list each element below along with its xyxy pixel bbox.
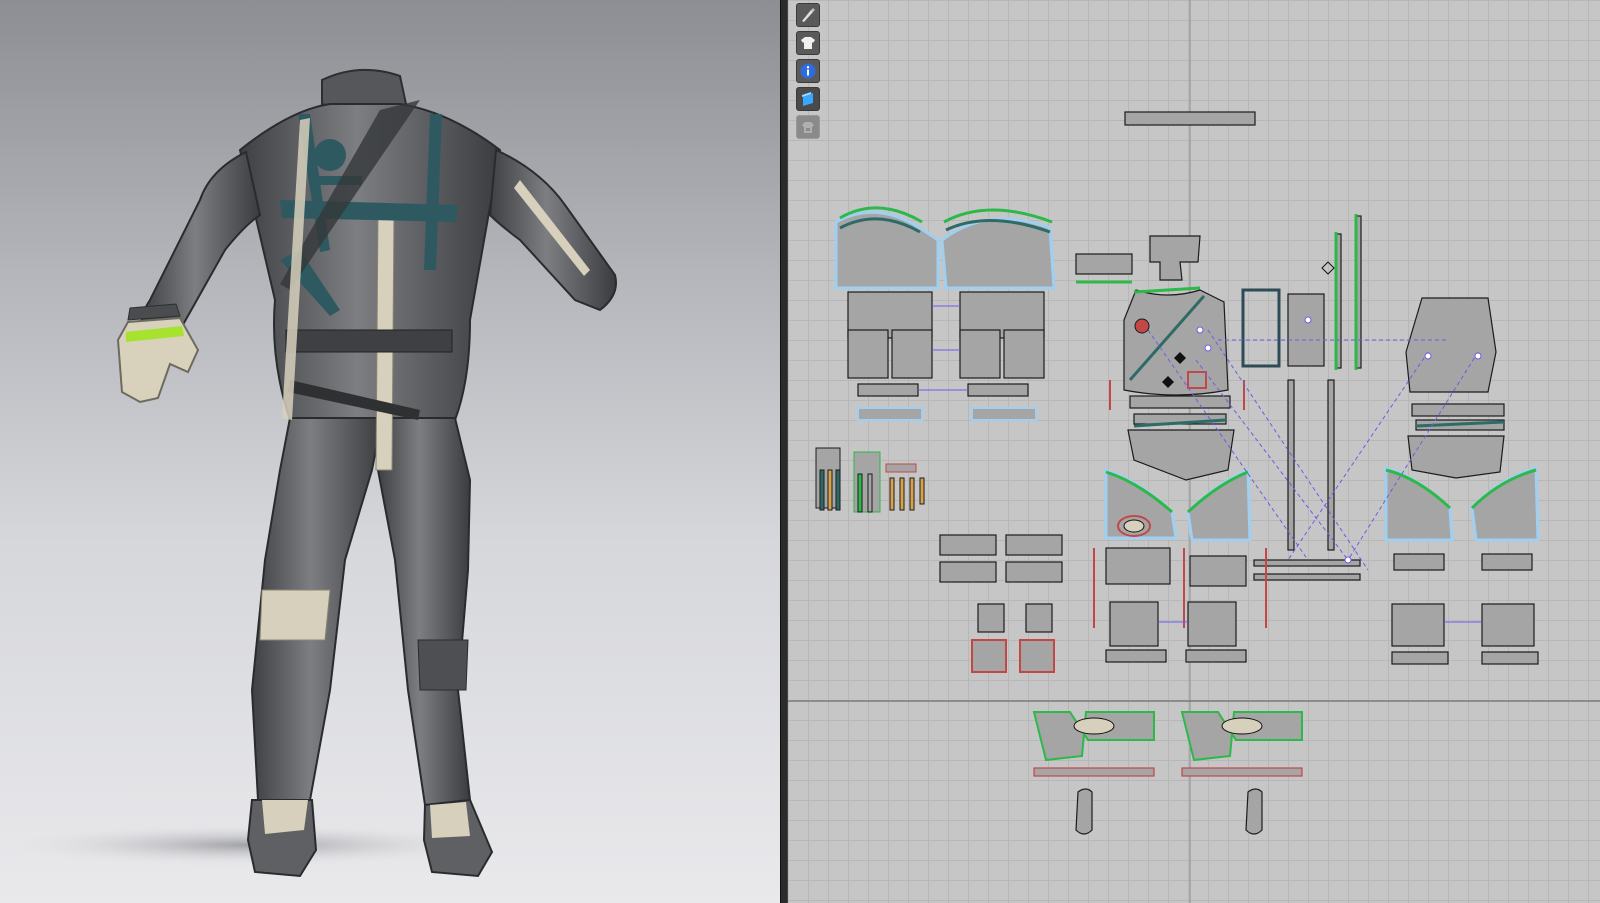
pattern-piece-lower-sleeve-1[interactable] xyxy=(847,329,889,379)
pattern-piece-hem-2[interactable] xyxy=(1185,649,1247,663)
pattern-piece-cuff-1[interactable] xyxy=(857,383,919,397)
viewport-3d[interactable] xyxy=(0,0,780,903)
pattern-piece-front-bodice[interactable] xyxy=(1123,289,1229,396)
avatar-garment-button[interactable] xyxy=(796,31,820,55)
pattern-piece-collar-strip[interactable] xyxy=(1124,111,1256,126)
pattern-piece-tab[interactable] xyxy=(1075,253,1133,275)
pattern-piece-back-bodice[interactable] xyxy=(1405,297,1497,393)
pen-tool-icon xyxy=(802,8,815,22)
right-boot-trim xyxy=(262,800,308,834)
pattern-piece-back-yoke-1[interactable] xyxy=(1411,403,1505,417)
pattern-piece-knee-cap-1[interactable] xyxy=(977,603,1005,633)
pattern-piece-cuff-2[interactable] xyxy=(967,383,1029,397)
lock-garment-button[interactable] xyxy=(796,115,820,139)
pattern-piece-pad-4[interactable] xyxy=(1005,561,1063,583)
pattern-piece-vertical-strap-2[interactable] xyxy=(1327,379,1335,551)
chest-logo xyxy=(314,139,346,171)
shirt-avatar-icon xyxy=(801,37,815,49)
pattern-piece-lower-sleeve-3[interactable] xyxy=(959,329,1001,379)
pattern-piece-back-lower-2[interactable] xyxy=(1481,603,1535,647)
pattern-piece-cuff-3[interactable] xyxy=(857,407,923,421)
pattern-piece-pants-lower-2[interactable] xyxy=(1187,601,1237,647)
layers-icon xyxy=(802,92,813,106)
pattern-piece-knee-cap-3[interactable] xyxy=(971,639,1007,673)
pattern-piece-neck-panel[interactable] xyxy=(1149,235,1201,281)
pattern-piece-back-hem-2[interactable] xyxy=(1481,651,1539,665)
pattern-piece-back-knee-2[interactable] xyxy=(1481,553,1533,571)
pattern-piece-back-knee-1[interactable] xyxy=(1393,553,1445,571)
pen-tool-button[interactable] xyxy=(796,3,820,27)
lock-garment-icon xyxy=(802,122,814,133)
pattern-piece-back-pants-right[interactable] xyxy=(1470,466,1540,542)
pattern-piece-pad-2[interactable] xyxy=(1005,534,1063,556)
waist-belt xyxy=(285,329,453,353)
right-sleeve xyxy=(140,150,262,332)
pattern-piece-back-waist[interactable] xyxy=(1407,435,1505,479)
pattern-piece-horizontal-strap-1[interactable] xyxy=(1253,559,1361,567)
pattern-piece-pad-3[interactable] xyxy=(939,561,997,583)
pattern-toolbar xyxy=(796,0,824,143)
pattern-piece-pants-knee-1[interactable] xyxy=(1105,547,1171,585)
info-icon xyxy=(800,63,816,79)
pattern-piece-sole-strip-right[interactable] xyxy=(1181,767,1303,777)
pattern-piece-pants-knee-2[interactable] xyxy=(1189,555,1247,587)
pattern-piece-lower-sleeve-2[interactable] xyxy=(891,329,933,379)
knee-pad xyxy=(417,639,469,691)
pattern-piece-yoke-1[interactable] xyxy=(1129,395,1231,409)
pattern-piece-back-pants-left[interactable] xyxy=(1384,466,1454,542)
pattern-piece-back-lower-1[interactable] xyxy=(1391,603,1445,647)
pattern-piece-cuff-4[interactable] xyxy=(971,407,1037,421)
pattern-piece-knee-cap-4[interactable] xyxy=(1019,639,1055,673)
avatar-garment-render[interactable] xyxy=(0,0,780,903)
pattern-group-gloves[interactable] xyxy=(815,447,925,513)
viewport-splitter[interactable] xyxy=(780,0,788,903)
pattern-piece-back-hem-1[interactable] xyxy=(1391,651,1449,665)
pattern-piece-harness-frame[interactable] xyxy=(1241,288,1281,368)
layers-button[interactable] xyxy=(796,87,820,111)
knee-patch xyxy=(259,589,331,641)
pattern-piece-strap-pack[interactable] xyxy=(1287,293,1325,367)
pattern-piece-horizontal-strap-2[interactable] xyxy=(1253,573,1361,581)
pattern-piece-vertical-strap-1[interactable] xyxy=(1287,379,1295,551)
pattern-window-2d[interactable] xyxy=(788,0,1600,903)
pattern-piece-knee-cap-2[interactable] xyxy=(1025,603,1053,633)
pattern-piece-pad-1[interactable] xyxy=(939,534,997,556)
pattern-piece-sole-right[interactable] xyxy=(1245,788,1263,835)
pattern-piece-waist-panel[interactable] xyxy=(1127,429,1235,481)
pattern-piece-pants-lower-1[interactable] xyxy=(1109,601,1159,647)
pattern-piece-lower-sleeve-4[interactable] xyxy=(1003,329,1045,379)
info-button[interactable] xyxy=(796,59,820,83)
left-boot-trim xyxy=(430,802,470,838)
pattern-board[interactable] xyxy=(788,0,1600,903)
pattern-piece-sole-strip-left[interactable] xyxy=(1033,767,1155,777)
left-leg xyxy=(376,417,472,807)
pattern-piece-hem-1[interactable] xyxy=(1105,649,1167,663)
pattern-piece-sole-left[interactable] xyxy=(1075,788,1093,835)
